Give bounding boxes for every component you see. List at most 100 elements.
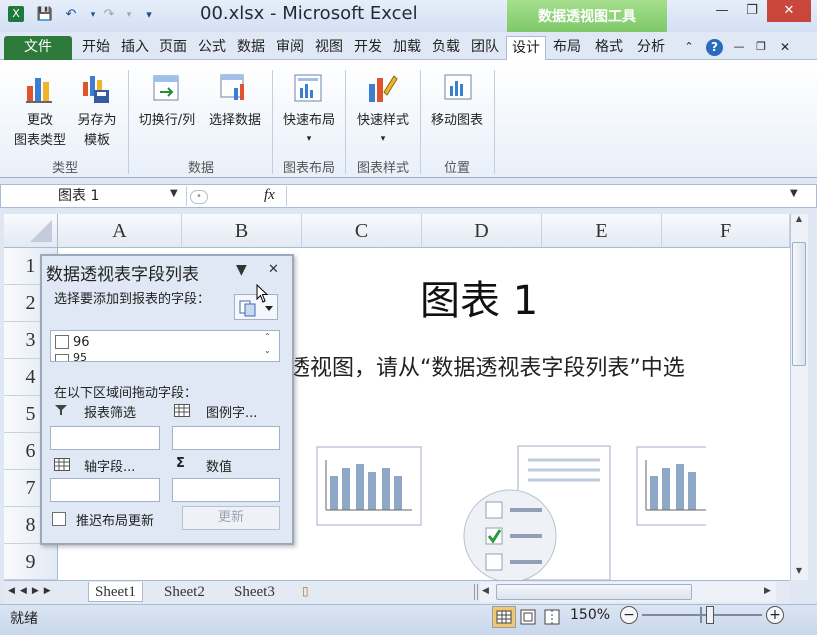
column-header-b[interactable]: B	[182, 214, 302, 248]
column-header-e[interactable]: E	[542, 214, 662, 248]
column-header-f[interactable]: F	[662, 214, 790, 248]
axis-fields-dropzone[interactable]	[50, 478, 160, 502]
name-box-dropdown-icon[interactable]: ▼	[170, 188, 178, 199]
expand-formula-icon[interactable]: ▼	[790, 188, 798, 199]
restore-icon[interactable]: ❐	[737, 0, 767, 22]
tab-view[interactable]: 视图	[311, 36, 347, 60]
quick-layout-label[interactable]: 快速布局	[276, 112, 342, 130]
zoom-slider-track[interactable]	[642, 614, 762, 616]
scroll-down-icon[interactable]: ▼	[792, 566, 806, 578]
select-data-label[interactable]: 选择数据	[203, 112, 267, 130]
tab-home[interactable]: 开始	[78, 36, 114, 60]
field-scroll-up-icon[interactable]: ⌃	[264, 332, 271, 341]
defer-update-checkbox[interactable]	[52, 512, 66, 526]
horizontal-scroll-thumb[interactable]	[496, 584, 692, 600]
values-dropzone[interactable]	[172, 478, 280, 502]
change-chart-type-icon[interactable]	[24, 72, 56, 104]
zoom-level-text[interactable]: 150%	[570, 607, 610, 623]
tab-page[interactable]: 页面	[155, 36, 191, 60]
save-as-template-label-2[interactable]: 模板	[70, 132, 124, 150]
redo-dropdown-icon[interactable]: ▾	[120, 6, 138, 24]
collapse-ribbon-icon[interactable]: ⌃	[680, 36, 698, 60]
vertical-scroll-thumb[interactable]	[792, 242, 806, 366]
tab-load[interactable]: 负载	[428, 36, 464, 60]
sheet-navigation-icons[interactable]: ◀◀▶▶	[8, 586, 56, 596]
save-as-template-icon[interactable]	[80, 72, 112, 104]
tab-review[interactable]: 审阅	[272, 36, 308, 60]
pane-options-dropdown-icon[interactable]: ▼	[236, 262, 247, 278]
defer-update-label[interactable]: 推迟布局更新	[76, 510, 154, 529]
column-header-a[interactable]: A	[58, 214, 182, 248]
switch-row-column-icon[interactable]	[150, 72, 182, 104]
pane-title[interactable]: 数据透视表字段列表	[46, 260, 199, 285]
formula-input[interactable]	[286, 186, 786, 206]
zoom-slider-thumb[interactable]	[706, 606, 714, 624]
legend-fields-dropzone[interactable]	[172, 426, 280, 450]
field-checkbox-95[interactable]	[55, 354, 69, 361]
zoom-out-icon[interactable]: −	[620, 606, 638, 624]
scroll-left-icon[interactable]: ◀	[482, 586, 489, 596]
scroll-up-icon[interactable]: ▲	[792, 214, 806, 226]
group-chart-layout-label: 图表布局	[282, 161, 335, 176]
pane-close-icon[interactable]: ✕	[268, 262, 279, 277]
save-as-template-label-1[interactable]: 另存为	[70, 112, 124, 130]
column-header-d[interactable]: D	[422, 214, 542, 248]
report-filter-dropzone[interactable]	[50, 426, 160, 450]
normal-view-icon[interactable]	[492, 606, 516, 628]
zoom-in-icon[interactable]: +	[766, 606, 784, 624]
workbook-minimize-icon[interactable]: —	[730, 36, 748, 60]
move-chart-label[interactable]: 移动图表	[424, 112, 490, 130]
customize-quick-access-icon[interactable]: ▾	[140, 6, 158, 24]
select-data-icon[interactable]	[218, 72, 250, 104]
field-scroll-down-icon[interactable]: ⌄	[264, 346, 271, 355]
save-icon[interactable]: 💾	[36, 6, 54, 24]
page-break-view-icon[interactable]	[542, 608, 562, 626]
change-chart-type-label-1[interactable]: 更改	[8, 112, 72, 130]
tab-formulas[interactable]: 公式	[194, 36, 230, 60]
move-chart-icon[interactable]	[442, 72, 474, 104]
tab-analyze[interactable]: 分析	[633, 36, 669, 60]
switch-row-column-label[interactable]: 切换行/列	[132, 112, 202, 130]
tab-format[interactable]: 格式	[591, 36, 627, 60]
tab-layout[interactable]: 布局	[549, 36, 585, 60]
undo-icon[interactable]: ↶	[62, 6, 80, 24]
insert-sheet-icon[interactable]: ▯	[302, 584, 320, 600]
quick-layout-icon[interactable]	[292, 72, 324, 104]
tab-file[interactable]: 文件	[4, 36, 72, 60]
tab-design[interactable]: 设计	[506, 36, 546, 60]
row-header-9[interactable]: 9	[4, 544, 58, 580]
tab-developer[interactable]: 开发	[350, 36, 386, 60]
help-icon[interactable]: ?	[706, 39, 723, 56]
page-layout-view-icon[interactable]	[518, 608, 538, 626]
select-all-corner[interactable]	[4, 214, 58, 248]
tab-insert[interactable]: 插入	[117, 36, 153, 60]
scroll-right-icon[interactable]: ▶	[764, 586, 771, 596]
quick-style-dropdown-icon[interactable]: ▾	[370, 130, 396, 148]
workbook-restore-icon[interactable]: ❐	[752, 36, 770, 60]
insert-function-icon[interactable]: fx	[264, 187, 275, 204]
field-label-95[interactable]: 95	[73, 352, 87, 361]
excel-logo-icon[interactable]: X	[8, 6, 24, 22]
tab-split-handle[interactable]	[474, 584, 478, 600]
sheet-tab-sheet2[interactable]: Sheet2	[158, 582, 211, 602]
tab-data[interactable]: 数据	[233, 36, 269, 60]
minimize-icon[interactable]: —	[707, 0, 737, 22]
field-label-96[interactable]: 96	[73, 335, 90, 350]
close-window-icon[interactable]: ✕	[767, 0, 811, 22]
name-box[interactable]: 图表 1	[4, 186, 184, 206]
update-button[interactable]: 更新	[182, 506, 280, 530]
change-chart-type-label-2[interactable]: 图表类型	[8, 132, 72, 150]
sheet-tab-sheet3[interactable]: Sheet3	[228, 582, 281, 602]
workbook-close-icon[interactable]: ✕	[776, 36, 794, 60]
field-checkbox-96[interactable]	[55, 335, 69, 349]
quick-style-label[interactable]: 快速样式	[348, 112, 418, 130]
column-header-c[interactable]: C	[302, 214, 422, 248]
tab-team[interactable]: 团队	[467, 36, 503, 60]
sheet-tab-sheet1[interactable]: Sheet1	[88, 582, 143, 602]
quick-style-icon[interactable]	[366, 72, 398, 104]
tab-addins[interactable]: 加载	[389, 36, 425, 60]
chart-title[interactable]: 图表 1	[420, 268, 538, 326]
redo-icon[interactable]: ↷	[100, 6, 118, 24]
expand-namebox-icon[interactable]: •	[190, 190, 208, 204]
quick-layout-dropdown-icon[interactable]: ▾	[296, 130, 322, 148]
